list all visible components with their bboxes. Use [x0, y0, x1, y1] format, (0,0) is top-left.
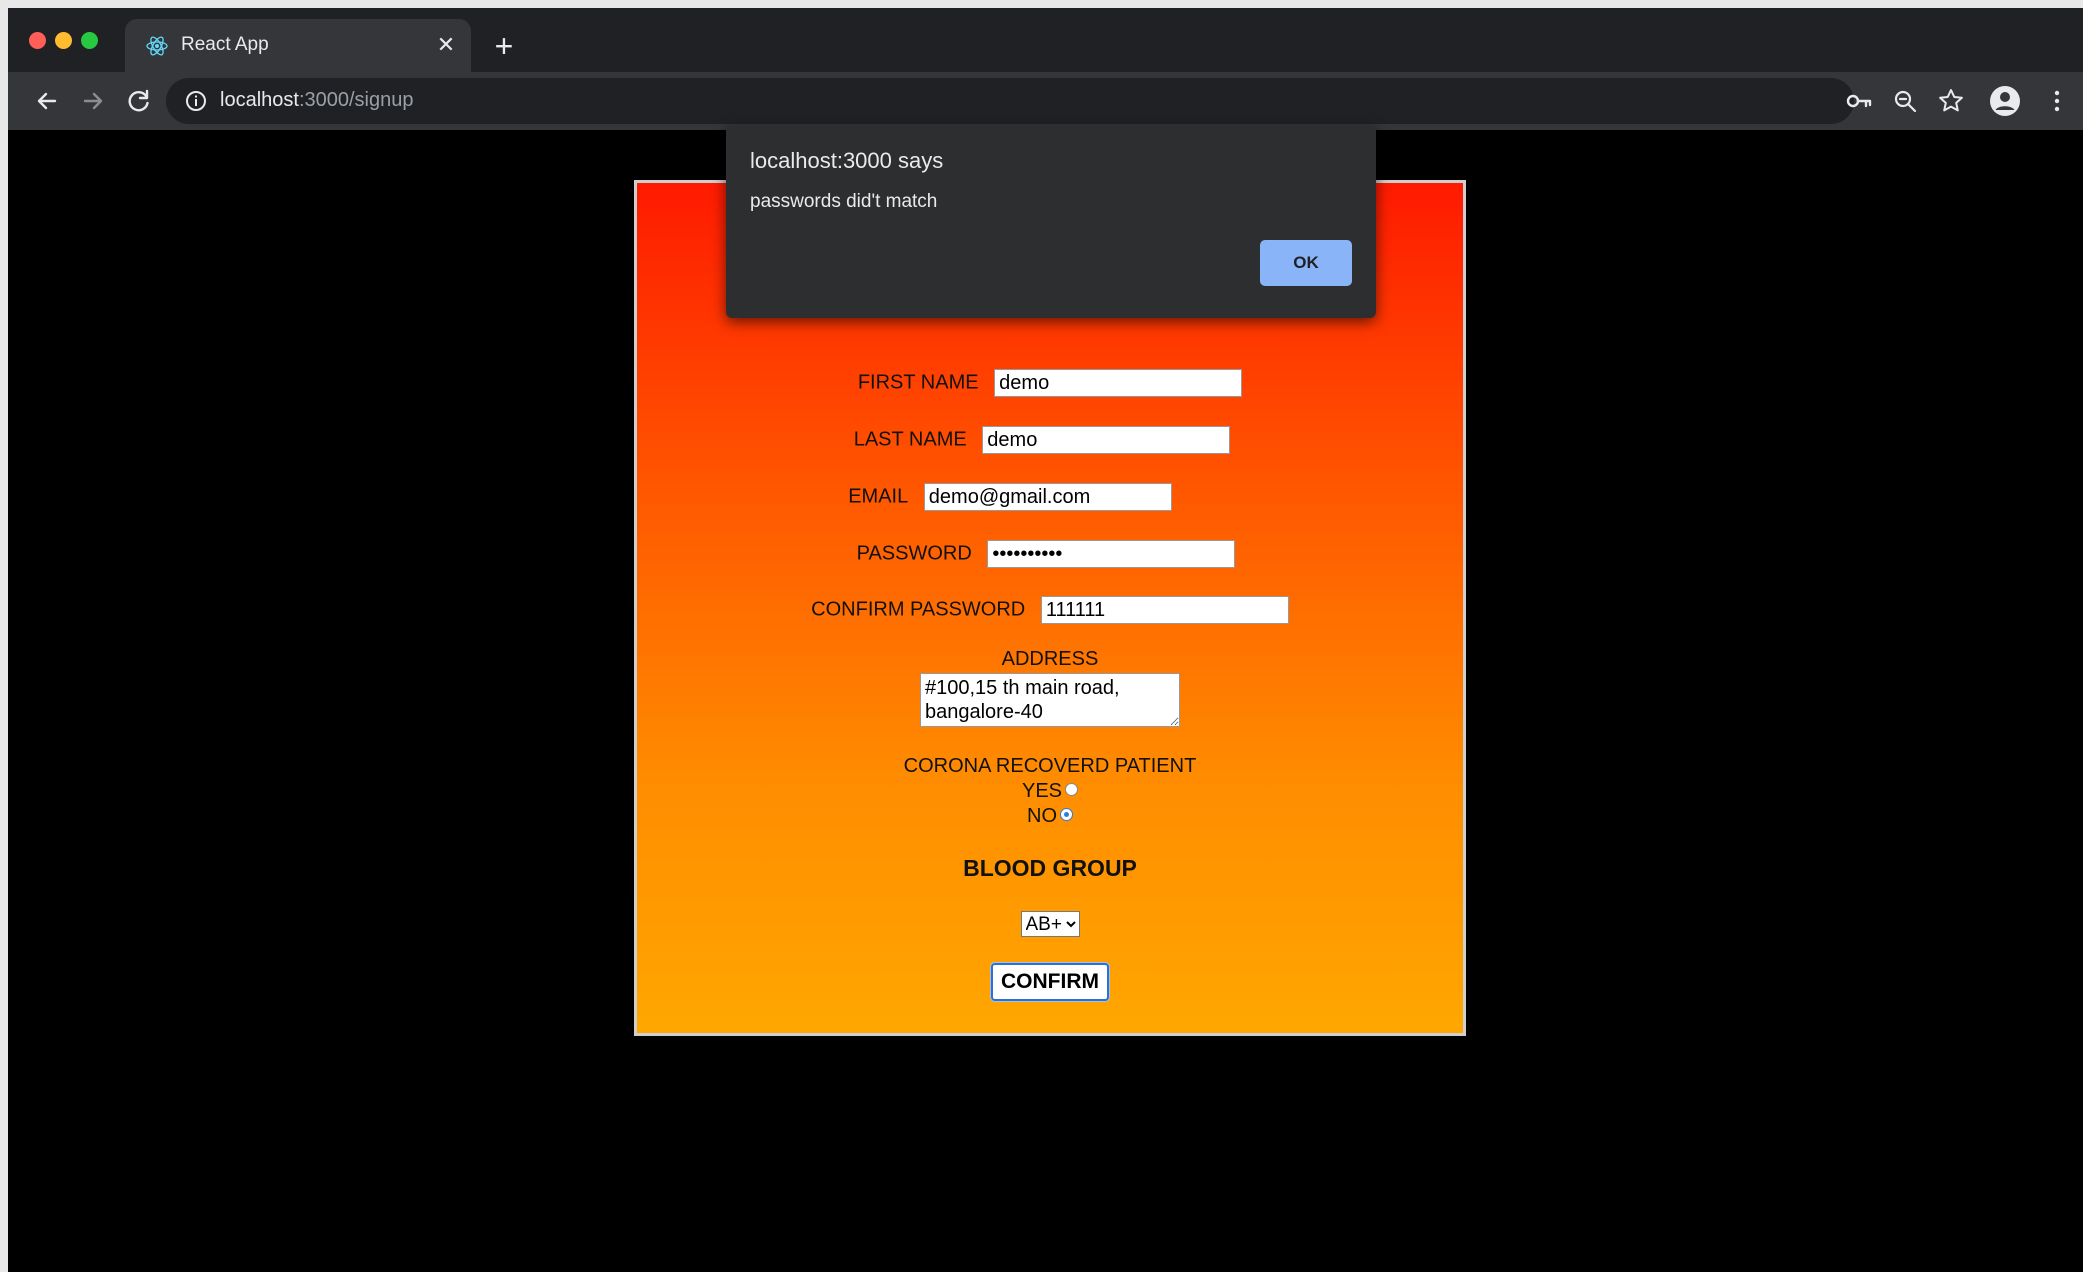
alert-dialog: localhost:3000 says passwords did't matc… [726, 126, 1376, 318]
blood-group-heading: BLOOD GROUP [963, 855, 1137, 881]
first-name-label: FIRST NAME [857, 371, 979, 394]
first-name-input[interactable] [994, 369, 1243, 397]
email-input[interactable] [923, 483, 1172, 511]
url-text[interactable]: localhost:3000/signup [220, 89, 413, 112]
confirm-button[interactable]: CONFIRM [991, 963, 1109, 1001]
last-name-label: LAST NAME [853, 428, 967, 451]
confirm-password-input[interactable] [1040, 596, 1289, 624]
confirm-password-row: CONFIRM PASSWORD [637, 596, 1463, 624]
first-name-row: FIRST NAME [637, 369, 1463, 397]
no-radio[interactable] [1060, 808, 1073, 822]
last-name-input[interactable] [982, 426, 1231, 454]
confirm-row: CONFIRM [637, 963, 1463, 1001]
tab-react-app[interactable]: React App ✕ [125, 19, 471, 72]
email-row: EMAIL [597, 483, 1423, 511]
yes-row: YES [637, 780, 1463, 803]
yes-radio[interactable] [1065, 783, 1079, 797]
star-icon[interactable] [1934, 84, 1968, 118]
tab-strip: React App ✕ + [8, 8, 2083, 72]
minimize-window-button[interactable] [55, 32, 72, 49]
password-input[interactable] [987, 540, 1236, 568]
close-icon[interactable]: ✕ [431, 30, 461, 60]
info-icon[interactable] [184, 89, 208, 113]
url-host: localhost [220, 89, 299, 111]
email-label: EMAIL [848, 485, 909, 508]
no-label: NO [1027, 805, 1057, 827]
tab-title: React App [181, 34, 269, 55]
browser-window: React App ✕ + localhost:3000/signup FIRS… [8, 8, 2083, 1272]
last-name-row: LAST NAME [629, 426, 1455, 454]
forward-icon[interactable] [76, 84, 110, 118]
profile-icon[interactable] [1988, 84, 2022, 118]
reload-icon[interactable] [122, 84, 156, 118]
plus-icon[interactable]: + [486, 28, 522, 64]
url-path: :3000/signup [298, 89, 414, 111]
password-label: PASSWORD [856, 542, 972, 565]
menu-icon[interactable] [2040, 84, 2074, 118]
password-row: PASSWORD [633, 540, 1459, 568]
react-icon [145, 34, 169, 58]
yes-label: YES [1021, 780, 1063, 802]
ok-button[interactable]: OK [1260, 240, 1352, 286]
page-viewport: FIRST NAME LAST NAME EMAIL PASSWORD CONF… [8, 126, 2083, 1272]
back-icon[interactable] [30, 84, 64, 118]
zoom-icon[interactable] [1888, 84, 1922, 118]
key-icon[interactable] [1842, 84, 1876, 118]
address-label: ADDRESS [1001, 648, 1099, 670]
close-window-button[interactable] [29, 32, 46, 49]
no-row: NO [637, 805, 1463, 828]
address-textarea[interactable]: #100,15 th main road, bangalore-40 [920, 673, 1180, 727]
confirm-password-label: CONFIRM PASSWORD [811, 598, 1026, 621]
toolbar: localhost:3000/signup [8, 72, 2083, 130]
dialog-title: localhost:3000 says [750, 148, 944, 173]
corona-label: CORONA RECOVERD PATIENT [903, 755, 1197, 777]
blood-group-row: AB+ [637, 911, 1463, 937]
address-row: #100,15 th main road, bangalore-40 [637, 673, 1463, 733]
blood-group-select[interactable]: AB+ [1020, 911, 1080, 937]
dialog-message: passwords did't match [750, 191, 938, 212]
address-bar[interactable]: localhost:3000/signup [166, 78, 1963, 124]
maximize-window-button[interactable] [81, 32, 98, 49]
